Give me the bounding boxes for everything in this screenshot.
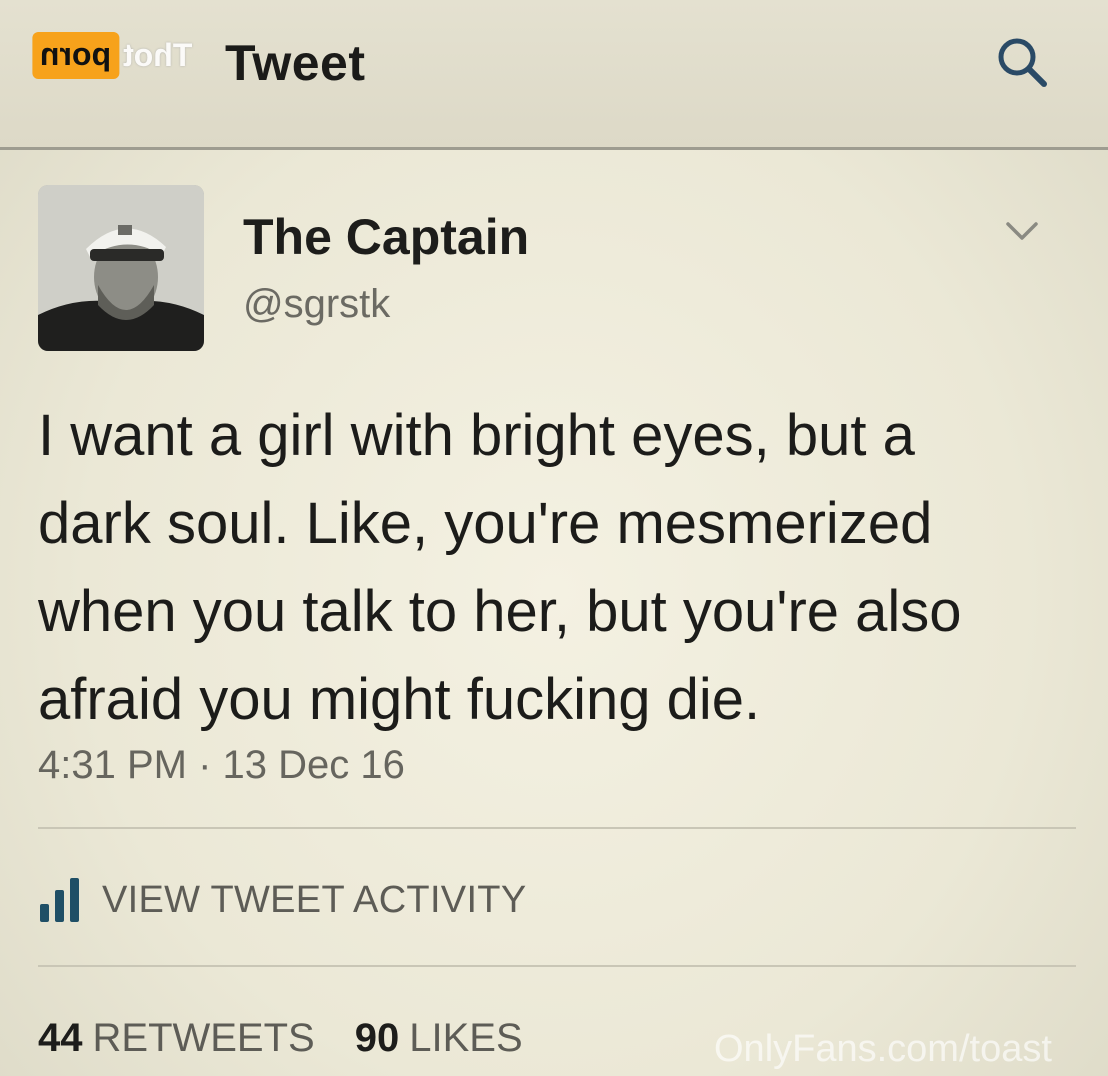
tweet-text: I want a girl with bright eyes, but a da… bbox=[38, 403, 962, 732]
tweet-stats: 44 RETWEETS 90 LIKES bbox=[38, 1016, 523, 1061]
bar-chart-icon bbox=[40, 878, 79, 922]
profile-photo bbox=[38, 185, 204, 351]
view-tweet-activity-label: VIEW TWEET ACTIVITY bbox=[102, 878, 527, 921]
watermark-logo: Thot porn bbox=[32, 30, 192, 80]
chevron-down-icon[interactable] bbox=[1003, 218, 1041, 244]
retweets-label: RETWEETS bbox=[92, 1016, 315, 1060]
author-display-name[interactable]: The Captain bbox=[243, 208, 529, 266]
view-tweet-activity-button[interactable]: VIEW TWEET ACTIVITY bbox=[38, 876, 526, 924]
likes-count: 90 bbox=[354, 1016, 400, 1060]
divider bbox=[38, 827, 1076, 829]
divider bbox=[38, 965, 1076, 967]
avatar[interactable] bbox=[38, 185, 204, 351]
watermark-logo-text-left: Thot bbox=[123, 36, 193, 73]
likes-label: LIKES bbox=[409, 1016, 523, 1060]
likes-stat[interactable]: 90 LIKES bbox=[355, 1016, 523, 1061]
watermark-logo-text-right: porn bbox=[32, 31, 120, 79]
search-icon[interactable] bbox=[992, 32, 1054, 94]
tweet-timestamp[interactable]: 4:31 PM · 13 Dec 16 bbox=[38, 743, 405, 788]
author-handle[interactable]: @sgrstk bbox=[243, 282, 390, 327]
watermark-text: OnlyFans.com/toast bbox=[714, 1028, 1052, 1070]
retweets-stat[interactable]: 44 RETWEETS bbox=[38, 1016, 315, 1061]
page-title: Tweet bbox=[225, 35, 366, 91]
retweets-count: 44 bbox=[38, 1016, 83, 1060]
top-bar: Thot porn Tweet bbox=[0, 0, 1108, 150]
